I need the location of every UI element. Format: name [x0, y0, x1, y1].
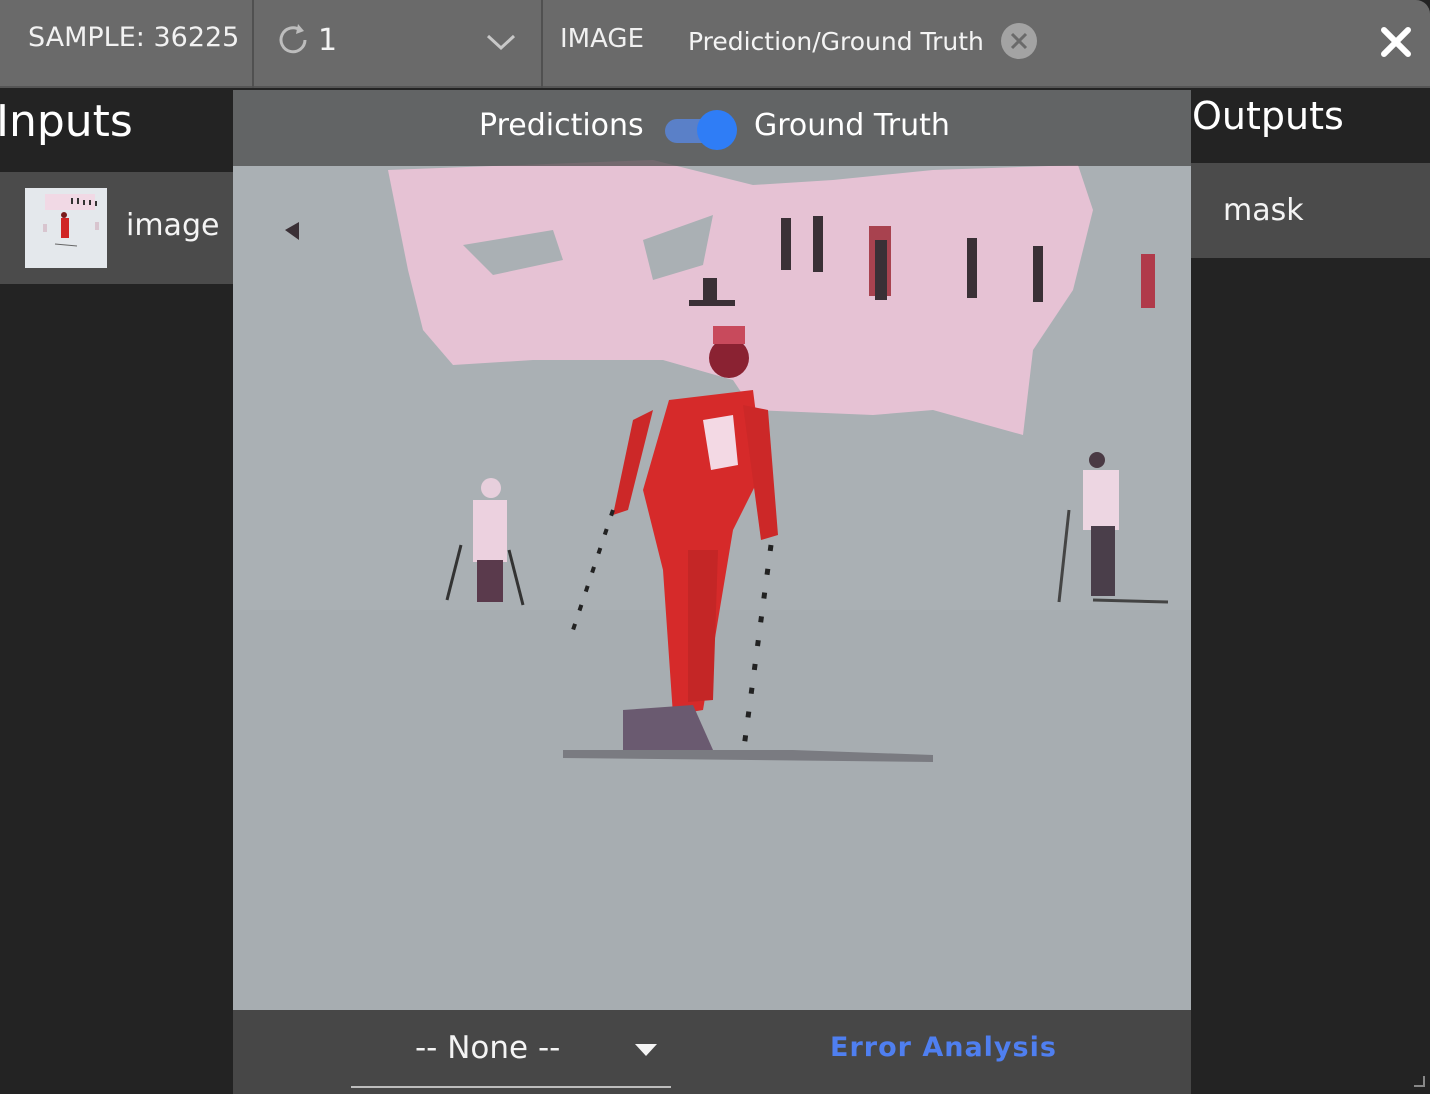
overlay-select[interactable]: -- None --: [351, 1010, 671, 1090]
image-thumbnail: [25, 188, 107, 268]
output-item-mask[interactable]: mask: [1191, 163, 1430, 258]
iteration-selector[interactable]: 1: [274, 20, 337, 60]
divider: [541, 0, 543, 88]
prediction-toggle-bar: Predictions Ground Truth: [233, 90, 1191, 166]
input-item-label: image: [126, 208, 220, 243]
sample-id-label: SAMPLE: 36225: [28, 22, 240, 53]
chip-label: Prediction/Ground Truth: [688, 26, 984, 56]
top-bar: SAMPLE: 36225 1 IMAGE Prediction/Ground …: [0, 0, 1430, 88]
inputs-title: Inputs: [0, 96, 133, 147]
outputs-title: Outputs: [1192, 94, 1344, 138]
predictions-label: Predictions: [479, 108, 644, 143]
bottom-bar: -- None -- Error Analysis: [233, 1010, 1191, 1094]
output-item-label: mask: [1223, 193, 1304, 228]
resize-grip-icon[interactable]: [1412, 1074, 1426, 1088]
view-mode-chip: Prediction/Ground Truth: [688, 22, 1038, 60]
predictions-ground-truth-toggle[interactable]: [661, 110, 737, 150]
sample-viewer-window: SAMPLE: 36225 1 IMAGE Prediction/Ground …: [0, 0, 1430, 1094]
error-analysis-link[interactable]: Error Analysis: [830, 1032, 1057, 1063]
close-icon[interactable]: [1378, 24, 1414, 60]
image-type-label: IMAGE: [560, 24, 645, 54]
input-item-image[interactable]: image: [0, 172, 233, 284]
ground-truth-label: Ground Truth: [754, 108, 950, 143]
select-value: -- None --: [415, 1030, 561, 1066]
image-canvas: [233, 90, 1191, 1010]
image-viewer[interactable]: Predictions Ground Truth: [233, 90, 1191, 1010]
caret-down-icon: [635, 1044, 657, 1056]
divider: [252, 0, 254, 88]
refresh-icon: [279, 24, 307, 54]
select-underline: [351, 1086, 671, 1088]
chevron-down-icon[interactable]: [484, 30, 518, 54]
iteration-value: 1: [318, 22, 338, 58]
chip-close-icon[interactable]: [1000, 22, 1038, 60]
toggle-knob: [697, 110, 737, 150]
